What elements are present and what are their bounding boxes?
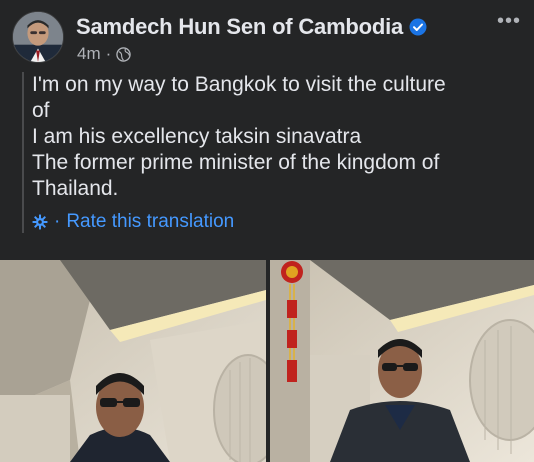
translation-block: I'm on my way to Bangkok to visit the cu… (22, 72, 522, 233)
post-header: Samdech Hun Sen of Cambodia 4m · ••• (0, 0, 534, 68)
post-timestamp[interactable]: 4m (77, 44, 101, 64)
meta-separator: · (105, 44, 112, 63)
photo-grid (0, 260, 534, 462)
more-options-icon[interactable]: ••• (496, 11, 522, 32)
rate-separator: · (54, 211, 61, 232)
photo-left[interactable] (0, 260, 266, 462)
photo-right[interactable] (270, 260, 534, 462)
author-row: Samdech Hun Sen of Cambodia (76, 14, 427, 40)
rate-translation-link[interactable]: Rate this translation (66, 211, 234, 233)
translated-text: I'm on my way to Bangkok to visit the cu… (32, 73, 446, 200)
globe-icon[interactable] (116, 46, 132, 62)
post-meta: 4m · (77, 44, 132, 64)
gear-icon[interactable] (32, 214, 48, 230)
avatar[interactable] (12, 11, 64, 63)
verified-badge-icon (409, 18, 427, 36)
rate-translation: · Rate this translation (32, 211, 522, 233)
author-name[interactable]: Samdech Hun Sen of Cambodia (76, 14, 403, 40)
